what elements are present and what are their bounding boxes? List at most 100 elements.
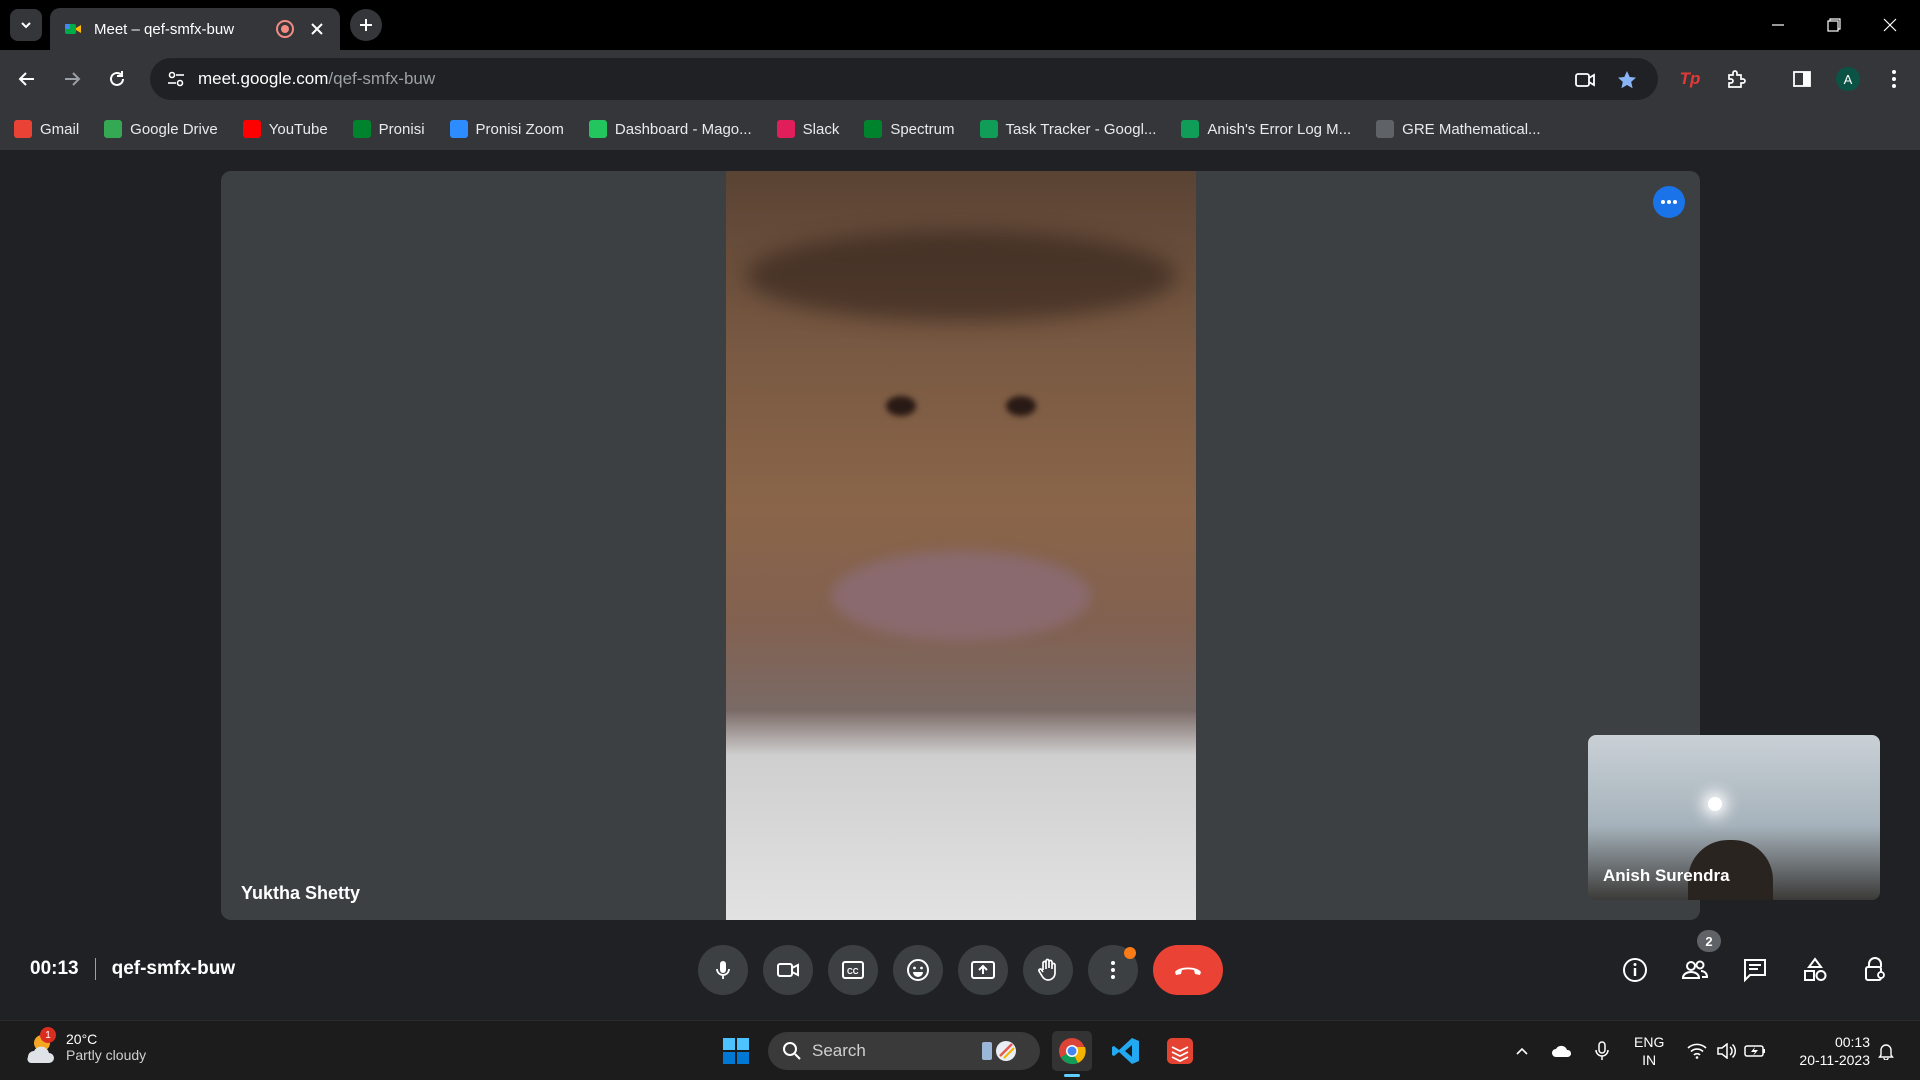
chevron-down-icon (21, 22, 31, 29)
people-button[interactable] (1671, 945, 1719, 995)
notification-dot (1124, 947, 1136, 959)
browser-menu-button[interactable] (1878, 63, 1910, 95)
bookmark-item[interactable]: Spectrum (864, 120, 955, 138)
profile-button[interactable]: A (1832, 63, 1864, 95)
restore-button[interactable] (1806, 0, 1862, 50)
participant-tile-main[interactable]: Yuktha Shetty (221, 171, 1700, 920)
divider (94, 958, 96, 980)
taskbar-search[interactable]: Search (768, 1032, 1040, 1070)
meeting-code: qef-smfx-buw (111, 958, 236, 979)
search-label: Search (812, 1041, 866, 1060)
close-window-button[interactable] (1862, 0, 1918, 50)
self-view-tile[interactable]: Anish Surendra (1588, 735, 1880, 900)
bookmark-item[interactable]: Pronisi Zoom (449, 120, 564, 138)
video-shading (746, 231, 1176, 321)
temperature: 20°C (66, 1031, 98, 1047)
emoji-icon (907, 959, 929, 981)
leave-call-button[interactable] (1153, 945, 1223, 995)
people-count-badge: 2 (1697, 930, 1721, 952)
bookmark-item[interactable]: Gmail (14, 120, 79, 138)
bookmark-label: YouTube (268, 120, 328, 138)
activities-button[interactable] (1791, 945, 1839, 995)
clock-time: 00:13 (1834, 1034, 1870, 1050)
side-panel-button[interactable] (1786, 63, 1818, 95)
youtube-icon (242, 120, 261, 138)
show-hidden-icons-button[interactable] (1508, 1037, 1536, 1065)
present-button[interactable] (958, 945, 1008, 995)
people-icon (1681, 960, 1709, 979)
tab-search-button[interactable] (10, 9, 42, 41)
meet-stage: Yuktha Shetty Anish Surendra 00:13 qef-s… (0, 150, 1920, 1020)
bookmark-item[interactable]: YouTube (242, 120, 328, 138)
bookmark-item[interactable]: Anish's Error Log M... (1181, 120, 1351, 138)
weather-widget[interactable]: 1 20°C Partly cloudy (22, 1027, 146, 1065)
wifi-icon (1687, 1043, 1707, 1059)
browser-tab[interactable]: Meet – qef-smfx-buw (50, 8, 340, 50)
address-bar[interactable]: meet.google.com/qef-smfx-buw (150, 58, 1658, 100)
notifications-button[interactable] (1872, 1037, 1900, 1065)
meet-icon (352, 120, 371, 138)
camera-in-use-icon[interactable] (1574, 69, 1596, 91)
bookmark-label: Task Tracker - Googl... (1005, 120, 1157, 138)
video-light (1708, 797, 1722, 811)
puzzle-icon (1728, 70, 1746, 88)
close-icon[interactable] (308, 20, 326, 38)
meeting-details-button[interactable] (1611, 945, 1659, 995)
bookmark-label: Google Drive (130, 120, 218, 138)
extension-tp-button[interactable]: Tp (1674, 63, 1706, 95)
bookmark-item[interactable]: Task Tracker - Googl... (979, 120, 1157, 138)
url-path: /qef-smfx-buw (328, 69, 436, 88)
extensions-button[interactable] (1720, 63, 1752, 95)
more-horiz-icon (1661, 200, 1677, 204)
input-language[interactable]: ENG IN (1634, 1033, 1664, 1069)
bookmark-item[interactable]: Google Drive (104, 120, 218, 138)
todoist-taskbar-app[interactable] (1160, 1031, 1200, 1071)
camera-button[interactable] (763, 945, 813, 995)
weather-badge: 1 (40, 1027, 56, 1043)
side-panel-icon (1793, 71, 1811, 87)
meeting-time: 00:13 (30, 958, 79, 979)
avatar: A (1836, 67, 1860, 91)
bookmark-item[interactable]: Slack (776, 120, 839, 138)
system-clock[interactable]: 00:13 20-11-2023 (1780, 1033, 1870, 1069)
onedrive-button[interactable] (1548, 1037, 1576, 1065)
new-tab-button[interactable] (350, 9, 382, 41)
back-button[interactable] (11, 63, 43, 95)
raise-hand-button[interactable] (1023, 945, 1073, 995)
minimize-button[interactable] (1750, 0, 1806, 50)
videocam-icon (777, 963, 799, 977)
bookmark-item[interactable]: Pronisi (352, 120, 425, 138)
bell-icon (1878, 1044, 1894, 1060)
bookmark-label: Pronisi (378, 120, 425, 138)
video-shading (1006, 396, 1036, 416)
vscode-icon (1112, 1038, 1139, 1064)
present-screen-icon (971, 961, 995, 979)
bookmark-item[interactable]: Dashboard - Mago... (588, 120, 752, 138)
reload-button[interactable] (101, 63, 133, 95)
battery-button[interactable] (1741, 1037, 1769, 1065)
more-vert-icon (1892, 70, 1896, 88)
start-button[interactable] (716, 1031, 756, 1071)
star-icon[interactable] (1616, 69, 1638, 91)
video-shading (831, 551, 1091, 641)
wifi-button[interactable] (1683, 1037, 1711, 1065)
microphone-button[interactable] (698, 945, 748, 995)
host-controls-button[interactable] (1851, 945, 1899, 995)
video-shading (886, 396, 916, 416)
site-info-button[interactable] (154, 58, 198, 100)
captions-button[interactable]: CC (828, 945, 878, 995)
reactions-button[interactable] (893, 945, 943, 995)
microphone-icon (716, 961, 730, 979)
chat-button[interactable] (1731, 945, 1779, 995)
tile-options-button[interactable] (1653, 186, 1685, 218)
windows-icon (723, 1038, 749, 1064)
chrome-taskbar-app[interactable] (1052, 1031, 1092, 1077)
bookmark-item[interactable]: GRE Mathematical... (1376, 120, 1541, 138)
forward-button[interactable] (56, 63, 88, 95)
more-options-button[interactable] (1088, 945, 1138, 995)
slack-icon (776, 120, 795, 138)
microphone-in-use-button[interactable] (1588, 1037, 1616, 1065)
self-participant-name: Anish Surendra (1603, 866, 1730, 885)
volume-button[interactable] (1712, 1037, 1740, 1065)
vscode-taskbar-app[interactable] (1106, 1031, 1146, 1071)
